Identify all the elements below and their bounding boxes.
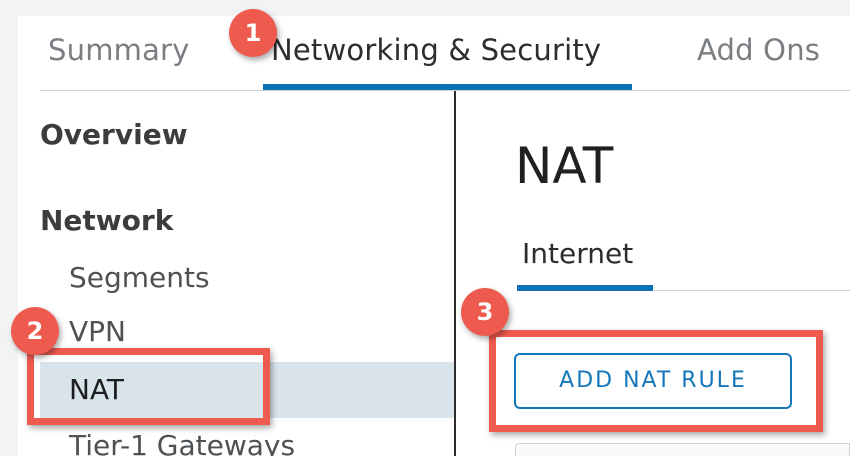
tab-internet[interactable]: Internet: [522, 236, 633, 272]
tabs-divider: [40, 90, 850, 91]
tab-networking-security[interactable]: Networking & Security: [271, 30, 601, 70]
sidebar-item-segments[interactable]: Segments: [69, 260, 210, 296]
step-badge-2: 2: [11, 307, 59, 355]
nat-rules-grid: [515, 443, 850, 456]
callout-box-nat: [27, 348, 270, 425]
sidebar-item-overview[interactable]: Overview: [40, 117, 188, 153]
tab-add-ons[interactable]: Add Ons: [697, 30, 820, 70]
step-badge-3: 3: [461, 288, 509, 336]
subtabs-divider: [654, 290, 850, 291]
screenshot-frame: Summary Networking & Security Add Ons Ov…: [0, 0, 850, 456]
step-badge-1: 1: [229, 9, 277, 57]
callout-box-add-nat-rule: [489, 330, 823, 432]
page-title: NAT: [515, 137, 614, 195]
active-subtab-indicator: [517, 285, 653, 291]
sidebar-divider: [454, 91, 456, 456]
sidebar-item-tier-1-gateways[interactable]: Tier-1 Gateways: [69, 428, 295, 456]
sidebar-heading-network: Network: [40, 204, 174, 237]
sidebar-item-vpn[interactable]: VPN: [69, 314, 126, 350]
tab-summary[interactable]: Summary: [48, 30, 190, 70]
